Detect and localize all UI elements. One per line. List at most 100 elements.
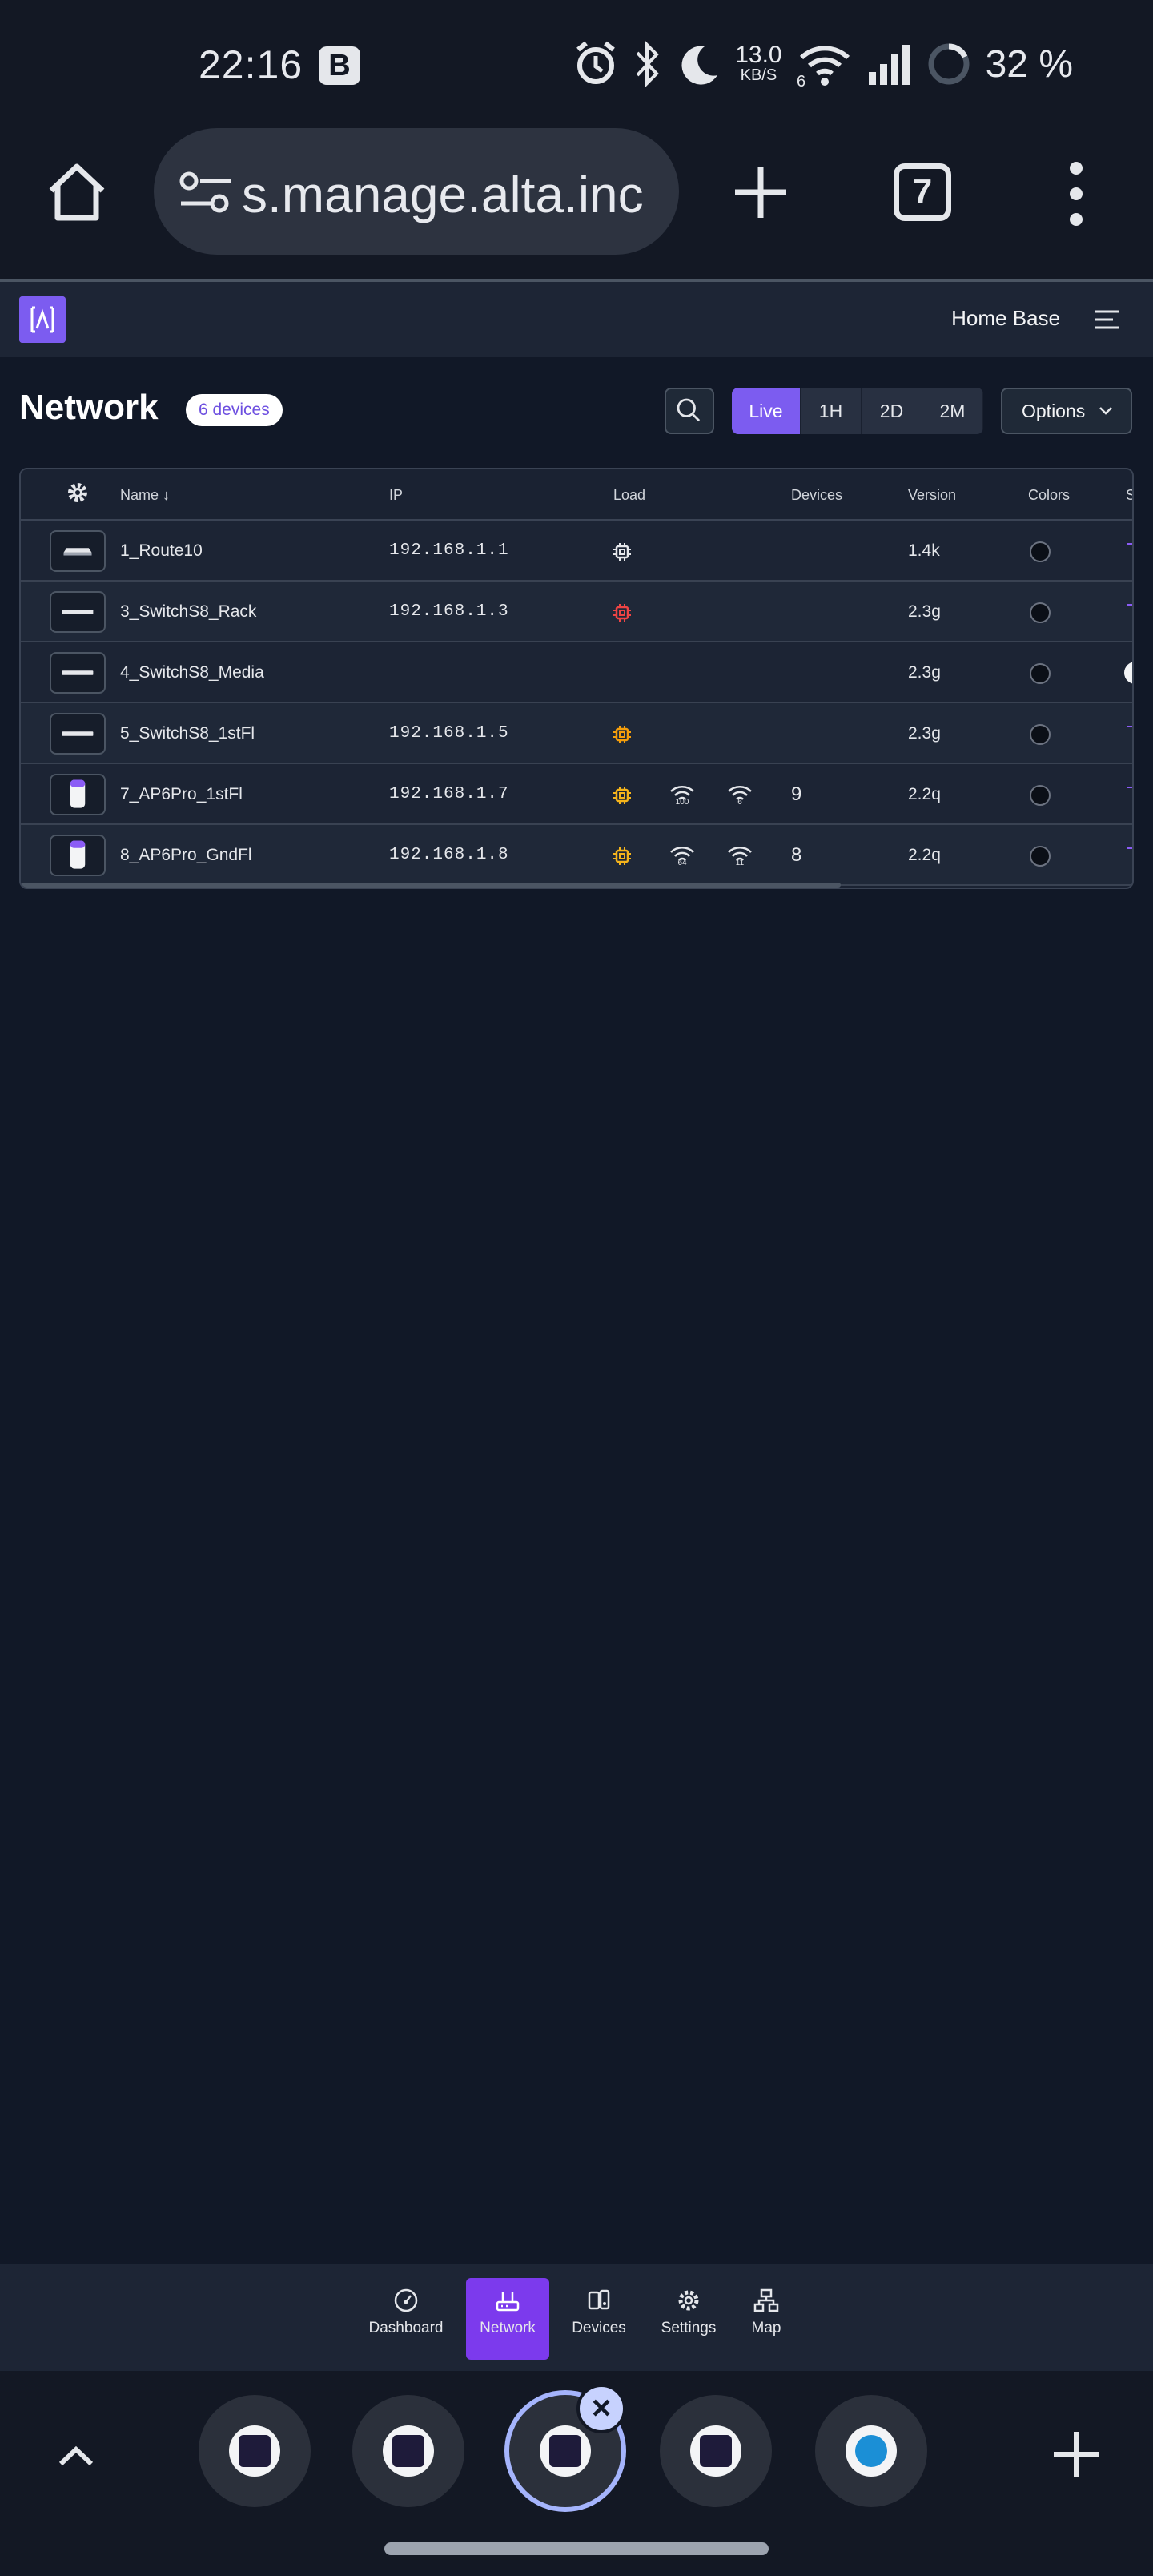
color-swatch[interactable] <box>1030 785 1051 806</box>
firmware-version: 2.3g <box>908 602 941 621</box>
access-point-icon <box>70 840 86 869</box>
sparkline-edge <box>1127 543 1132 554</box>
more-menu-icon[interactable] <box>1063 160 1089 227</box>
device-ip: 192.168.1.7 <box>389 785 509 803</box>
app-bubble-bar: × <box>0 2371 1153 2576</box>
wifi-band-b-icon: 6 <box>725 780 754 809</box>
sparkline-edge <box>1127 726 1132 737</box>
address-bar[interactable]: s.manage.alta.inc <box>154 128 679 255</box>
column-devices[interactable]: Devices <box>791 487 842 504</box>
device-ip: 192.168.1.1 <box>389 541 509 560</box>
nav-network[interactable]: Network <box>466 2278 549 2360</box>
new-tab-icon[interactable] <box>729 160 793 224</box>
network-speed: 13.0 KB/S <box>735 42 782 85</box>
url-text[interactable]: s.manage.alta.inc <box>242 165 666 224</box>
add-bubble-icon[interactable] <box>1051 2429 1102 2480</box>
firmware-version: 2.3g <box>908 663 941 682</box>
range-live[interactable]: Live <box>732 388 801 434</box>
color-swatch[interactable] <box>1030 724 1051 745</box>
app-bubble-alta-2[interactable] <box>352 2395 464 2507</box>
status-indicator <box>1124 662 1132 684</box>
table-row[interactable]: 1_Route10 192.168.1.1 1.4k <box>21 521 1132 582</box>
wifi-band-a-count: 64 <box>677 859 687 867</box>
sparkline-edge <box>1127 847 1132 859</box>
router-icon <box>496 2292 520 2312</box>
device-name[interactable]: 5_SwitchS8_1stFl <box>120 724 255 743</box>
color-swatch[interactable] <box>1030 846 1051 867</box>
gear-icon[interactable] <box>67 482 88 503</box>
tab-switcher-button[interactable]: 7 <box>894 163 951 221</box>
color-swatch[interactable] <box>1030 541 1051 562</box>
nav-map[interactable]: Map <box>741 2278 791 2360</box>
device-thumbnail[interactable] <box>50 774 106 815</box>
device-ip: 192.168.1.5 <box>389 724 509 743</box>
page-title: Network <box>19 388 159 427</box>
cpu-load-icon <box>613 543 631 561</box>
column-extra[interactable]: S <box>1126 487 1132 504</box>
alta-logo-icon[interactable] <box>19 296 66 343</box>
app-header: Home Base <box>0 282 1153 357</box>
column-name[interactable]: Name ↓ <box>120 487 170 504</box>
table-horizontal-scrollbar[interactable] <box>21 883 841 888</box>
site-settings-icon[interactable] <box>178 168 234 216</box>
app-bubble-webex[interactable] <box>815 2395 927 2507</box>
table-row[interactable]: 8_AP6Pro_GndFl 192.168.1.8 64 11 8 2.2q <box>21 825 1132 886</box>
column-colors[interactable]: Colors <box>1028 487 1070 504</box>
hamburger-menu-icon[interactable] <box>1095 309 1119 330</box>
options-label: Options <box>1022 400 1086 421</box>
device-thumbnail[interactable] <box>50 835 106 876</box>
search-icon <box>677 398 701 422</box>
device-thumbnail[interactable] <box>50 652 106 694</box>
device-name[interactable]: 3_SwitchS8_Rack <box>120 602 256 622</box>
home-icon[interactable] <box>45 160 109 224</box>
device-thumbnail[interactable] <box>50 591 106 633</box>
column-ip[interactable]: IP <box>389 487 403 504</box>
close-bubble-icon[interactable]: × <box>576 2384 626 2433</box>
device-name[interactable]: 8_AP6Pro_GndFl <box>120 846 252 865</box>
options-button[interactable]: Options <box>1001 388 1132 434</box>
search-button[interactable] <box>665 388 714 434</box>
column-load[interactable]: Load <box>613 487 645 504</box>
range-2d[interactable]: 2D <box>862 388 922 434</box>
chevron-up-icon[interactable] <box>56 2437 96 2477</box>
signal-icon <box>868 45 910 85</box>
table-row[interactable]: 3_SwitchS8_Rack 192.168.1.3 2.3g <box>21 582 1132 642</box>
nav-devices[interactable]: Devices <box>567 2278 631 2360</box>
cpu-load-icon <box>613 604 631 622</box>
range-2m[interactable]: 2M <box>922 388 983 434</box>
range-1h[interactable]: 1H <box>801 388 862 434</box>
alta-app-icon <box>229 2425 280 2477</box>
color-swatch[interactable] <box>1030 663 1051 684</box>
app-bubble-alta-1[interactable] <box>199 2395 311 2507</box>
device-thumbnail[interactable] <box>50 530 106 572</box>
table-row[interactable]: 4_SwitchS8_Media 2.3g <box>21 642 1132 703</box>
battery-ring-icon <box>928 43 970 85</box>
cpu-load-icon <box>613 847 631 865</box>
device-name[interactable]: 1_Route10 <box>120 541 203 561</box>
access-point-icon <box>70 779 86 808</box>
app-bubble-alta-4[interactable] <box>660 2395 772 2507</box>
alta-app-icon <box>690 2425 741 2477</box>
column-version[interactable]: Version <box>908 487 956 504</box>
alta-app-icon <box>383 2425 434 2477</box>
device-thumbnail[interactable] <box>50 713 106 755</box>
notification-badge: B <box>319 46 360 85</box>
device-name[interactable]: 7_AP6Pro_1stFl <box>120 785 243 804</box>
table-row[interactable]: 5_SwitchS8_1stFl 192.168.1.5 2.3g <box>21 703 1132 764</box>
alta-app-icon <box>540 2425 591 2477</box>
table-row[interactable]: 7_AP6Pro_1stFl 192.168.1.7 100 6 9 2.2q <box>21 764 1132 825</box>
site-name[interactable]: Home Base <box>951 306 1060 331</box>
nav-settings[interactable]: Settings <box>653 2278 724 2360</box>
time-range-selector: Live 1H 2D 2M <box>732 388 983 434</box>
svg-text:6: 6 <box>797 73 805 88</box>
sparkline-edge <box>1127 604 1132 615</box>
gear-icon <box>678 2290 699 2311</box>
device-name[interactable]: 4_SwitchS8_Media <box>120 663 264 682</box>
bluetooth-icon <box>636 41 659 87</box>
network-table: Name ↓ IP Load Devices Version Colors S … <box>19 468 1134 889</box>
color-swatch[interactable] <box>1030 602 1051 623</box>
nav-dashboard[interactable]: Dashboard <box>364 2278 448 2360</box>
firmware-version: 2.2q <box>908 785 941 803</box>
gesture-bar[interactable] <box>384 2542 769 2555</box>
alarm-icon <box>576 41 616 84</box>
